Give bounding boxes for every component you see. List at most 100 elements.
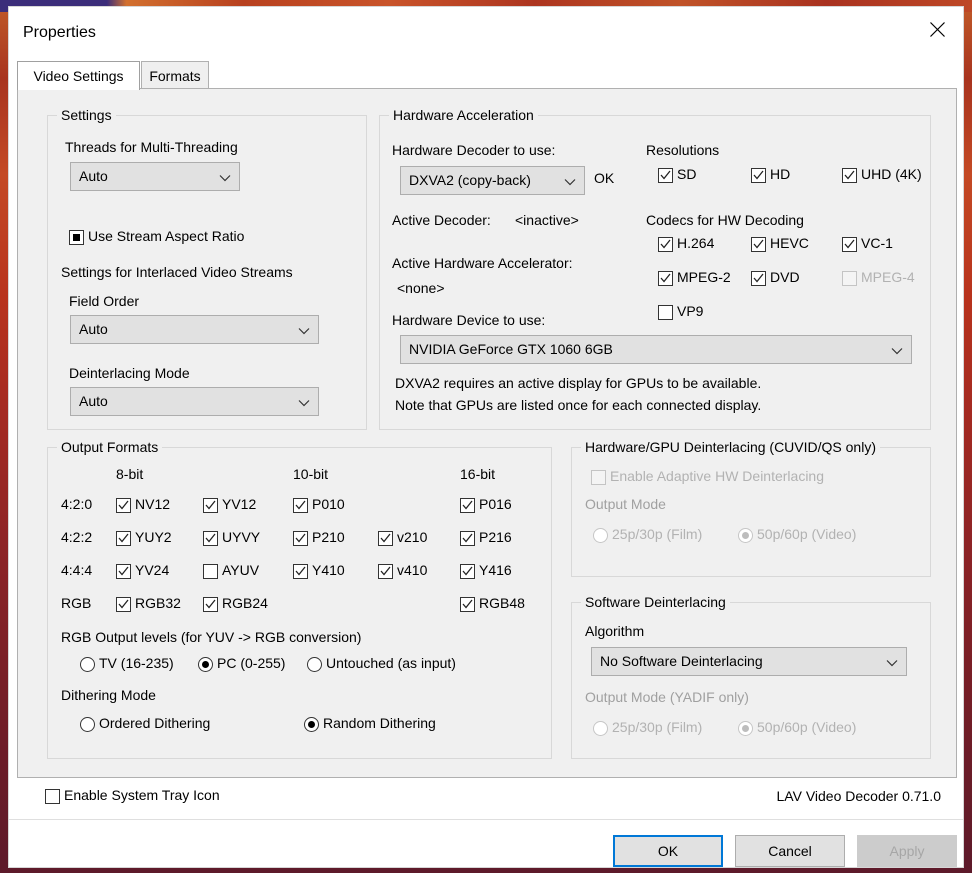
footer-separator xyxy=(9,819,963,820)
radio-label: 25p/30p (Film) xyxy=(612,526,702,542)
checkbox-label: MPEG-2 xyxy=(677,269,731,285)
resolutions-header: Resolutions xyxy=(646,142,719,158)
checkbox-box xyxy=(203,597,218,612)
radio-label: 25p/30p (Film) xyxy=(612,719,702,735)
sw-algorithm-label: Algorithm xyxy=(585,623,644,639)
checkbox-box xyxy=(751,237,766,252)
checkbox-label: VC-1 xyxy=(861,235,893,251)
radio-label: TV (16-235) xyxy=(99,655,174,671)
checkbox-label: UHD (4K) xyxy=(861,166,922,182)
close-icon[interactable] xyxy=(915,11,959,47)
checkbox-box xyxy=(842,237,857,252)
checkbox-box xyxy=(116,531,131,546)
hwaccel-note-line2: Note that GPUs are listed once for each … xyxy=(395,397,761,413)
sw-algorithm-combobox[interactable]: No Software Deinterlacing xyxy=(591,647,907,676)
hw-deinterlacing-group: Hardware/GPU Deinterlacing (CUVID/QS onl… xyxy=(571,447,931,577)
checkbox-box xyxy=(203,531,218,546)
chevron-down-icon xyxy=(298,388,310,417)
checkbox-label: H.264 xyxy=(677,235,714,251)
row-label-rgb: RGB xyxy=(61,595,91,611)
video-settings-page: Settings Threads for Multi-Threading Aut… xyxy=(17,88,957,778)
codecs-header: Codecs for HW Decoding xyxy=(646,212,804,228)
checkbox-box xyxy=(658,237,673,252)
sw-deinterlacing-legend: Software Deinterlacing xyxy=(581,594,730,610)
sw-deinterlacing-group: Software Deinterlacing Algorithm No Soft… xyxy=(571,602,931,759)
checkbox-box xyxy=(203,564,218,579)
hw-decoder-combobox[interactable]: DXVA2 (copy-back) xyxy=(400,166,585,195)
checkbox-box xyxy=(658,305,673,320)
output-formats-group: Output Formats 8-bit 10-bit 16-bit 4:2:0… xyxy=(47,447,552,759)
checkbox-label: HD xyxy=(770,166,790,182)
active-decoder-value: <inactive> xyxy=(515,212,579,228)
field-order-label: Field Order xyxy=(69,293,139,309)
radio-label: 50p/60p (Video) xyxy=(757,719,856,735)
checkbox-label: MPEG-4 xyxy=(861,269,915,285)
tab-formats[interactable]: Formats xyxy=(141,61,209,89)
field-order-combobox[interactable]: Auto xyxy=(70,315,319,344)
radio-label: Ordered Dithering xyxy=(99,715,210,731)
checkbox-box xyxy=(460,498,475,513)
version-label: LAV Video Decoder 0.71.0 xyxy=(777,788,942,804)
radio-label: Untouched (as input) xyxy=(326,655,456,671)
hw-device-combobox[interactable]: NVIDIA GeForce GTX 1060 6GB xyxy=(400,335,912,364)
active-accelerator-label: Active Hardware Accelerator: xyxy=(392,255,573,271)
checkbox-box xyxy=(460,597,475,612)
interlaced-header: Settings for Interlaced Video Streams xyxy=(61,264,293,280)
checkbox-box xyxy=(751,168,766,183)
hw-device-value: NVIDIA GeForce GTX 1060 6GB xyxy=(409,341,613,357)
radio-dot xyxy=(80,717,95,732)
hw-decoder-label: Hardware Decoder to use: xyxy=(392,142,555,158)
tab-strip: Video Settings Formats xyxy=(17,61,957,89)
checkbox-box xyxy=(116,564,131,579)
checkbox-label: YV24 xyxy=(135,562,169,578)
row-label-420: 4:2:0 xyxy=(61,496,92,512)
rgb-levels-label: RGB Output levels (for YUV -> RGB conver… xyxy=(61,629,361,645)
chevron-down-icon xyxy=(298,316,310,345)
hw-decoder-value: DXVA2 (copy-back) xyxy=(409,172,531,188)
threads-label: Threads for Multi-Threading xyxy=(65,139,238,155)
checkbox-box xyxy=(460,564,475,579)
checkbox-label: Y416 xyxy=(479,562,512,578)
window-title: Properties xyxy=(23,24,96,42)
settings-group: Settings Threads for Multi-Threading Aut… xyxy=(47,115,367,430)
cancel-button[interactable]: Cancel xyxy=(735,835,845,867)
checkbox-box xyxy=(378,564,393,579)
radio-label: PC (0-255) xyxy=(217,655,285,671)
row-label-422: 4:2:2 xyxy=(61,529,92,545)
checkbox-box xyxy=(116,498,131,513)
radio-label: Random Dithering xyxy=(323,715,436,731)
column-header-8bit: 8-bit xyxy=(116,466,143,482)
deinterlacing-mode-combobox[interactable]: Auto xyxy=(70,387,319,416)
checkbox-label: RGB24 xyxy=(222,595,268,611)
threads-combobox[interactable]: Auto xyxy=(70,162,240,191)
apply-button: Apply xyxy=(857,835,957,867)
checkbox-label: P010 xyxy=(312,496,345,512)
tab-video-settings[interactable]: Video Settings xyxy=(17,61,140,90)
checkbox-label: NV12 xyxy=(135,496,170,512)
column-header-16bit: 16-bit xyxy=(460,466,495,482)
checkbox-box xyxy=(378,531,393,546)
hw-device-label: Hardware Device to use: xyxy=(392,312,545,328)
checkbox-label: YV12 xyxy=(222,496,256,512)
checkbox-label: RGB48 xyxy=(479,595,525,611)
checkbox-label: P216 xyxy=(479,529,512,545)
sw-algorithm-value: No Software Deinterlacing xyxy=(600,653,763,669)
ok-button[interactable]: OK xyxy=(613,835,723,867)
settings-group-legend: Settings xyxy=(57,107,116,123)
apply-button-label: Apply xyxy=(889,843,924,859)
radio-dot xyxy=(307,657,322,672)
checkbox-label: HEVC xyxy=(770,235,809,251)
sw-output-mode-label: Output Mode (YADIF only) xyxy=(585,689,749,705)
hardware-acceleration-group: Hardware Acceleration Hardware Decoder t… xyxy=(379,115,931,430)
tab-label: Video Settings xyxy=(33,68,123,84)
radio-dot xyxy=(593,528,608,543)
row-label-444: 4:4:4 xyxy=(61,562,92,578)
checkbox-label: Y410 xyxy=(312,562,345,578)
checkbox-label: P016 xyxy=(479,496,512,512)
checkbox-label: Use Stream Aspect Ratio xyxy=(88,228,244,244)
column-header-10bit: 10-bit xyxy=(293,466,328,482)
chevron-down-icon xyxy=(891,336,903,365)
checkbox-box xyxy=(45,789,60,804)
hw-deinterlacing-legend: Hardware/GPU Deinterlacing (CUVID/QS onl… xyxy=(581,439,880,455)
checkbox-box xyxy=(591,470,606,485)
